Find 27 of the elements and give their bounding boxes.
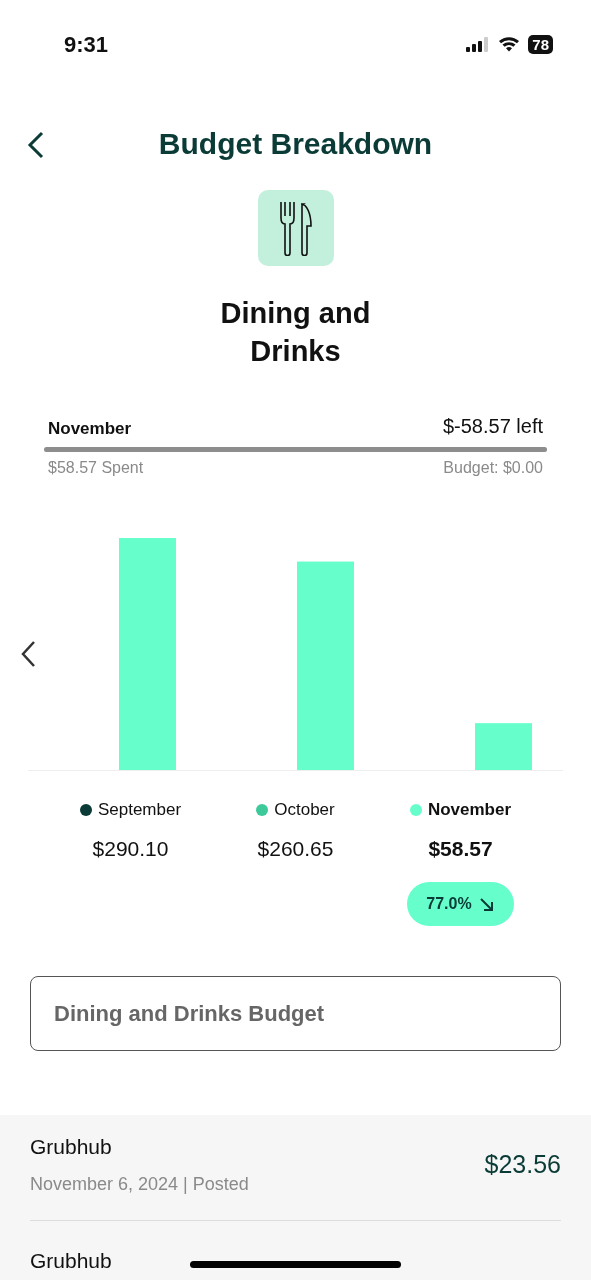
- back-button[interactable]: [26, 130, 46, 160]
- trend-arrow-icon: [477, 895, 495, 913]
- change-percent: 77.0%: [426, 894, 472, 914]
- transaction-date: November 6, 2024 | Posted: [30, 1172, 249, 1196]
- month-name: November: [427, 799, 512, 821]
- spent-amount: $58.57 Spent: [48, 458, 144, 478]
- chart-bar: [475, 723, 532, 770]
- previous-button[interactable]: [20, 640, 38, 668]
- status-time: 9:31: [64, 30, 109, 59]
- page-title: Budget Breakdown: [158, 125, 433, 162]
- month-name: September: [97, 799, 182, 821]
- merchant-name: Grubhub: [30, 1247, 112, 1274]
- category-title: Dining and Drinks: [219, 296, 372, 369]
- budget-button[interactable]: Dining and Drinks Budget: [30, 976, 561, 1051]
- merchant-name: Grubhub: [30, 1134, 113, 1160]
- category-icon: [257, 190, 334, 266]
- month-amount: $58.57: [427, 835, 494, 862]
- month-name: October: [274, 799, 335, 821]
- transaction-amount: $23.56: [484, 1148, 561, 1180]
- month-amount: $290.10: [91, 835, 170, 862]
- battery-icon: 78: [528, 34, 553, 54]
- month-label: November: [48, 417, 132, 440]
- budget-amount: Budget: $0.00: [443, 458, 543, 478]
- month-amount: $260.65: [256, 835, 335, 862]
- signal-icon: [466, 36, 491, 52]
- remaining-amount: $-58.57 left: [442, 414, 543, 439]
- wifi-icon: [498, 36, 521, 52]
